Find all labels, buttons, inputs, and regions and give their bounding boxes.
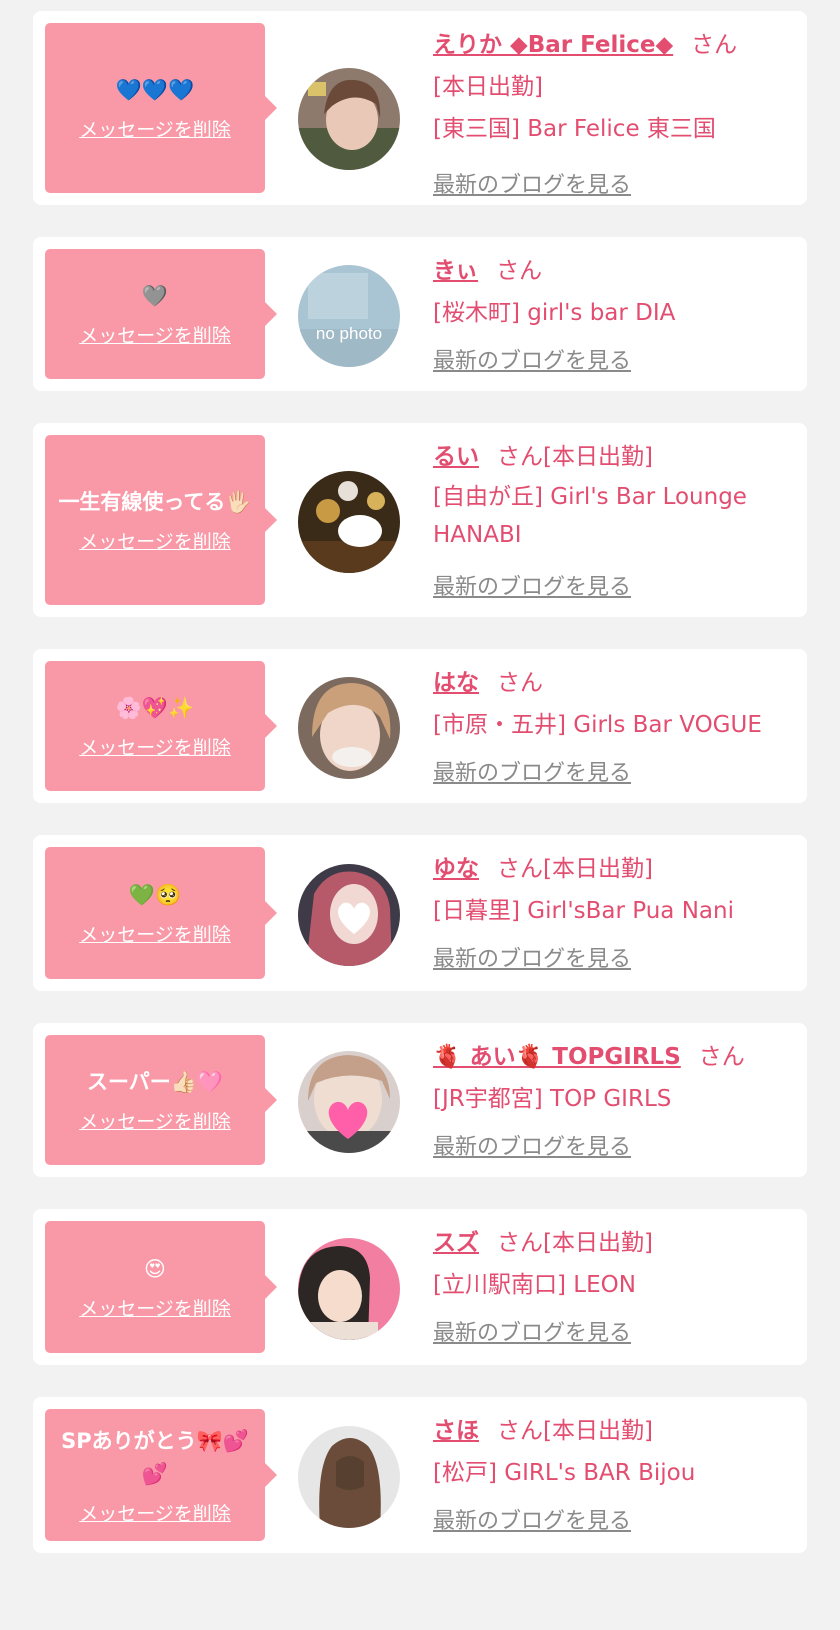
message-bubble: 💚🥺 メッセージを削除 bbox=[45, 847, 277, 979]
message-text: 💚🥺 bbox=[128, 883, 182, 907]
sender-name-link[interactable]: さほ bbox=[433, 1418, 479, 1444]
honorific: さん bbox=[691, 32, 738, 58]
honorific: さん bbox=[698, 1044, 745, 1070]
shop-detail: [松戸] GIRL's BAR Bijou bbox=[433, 1460, 696, 1486]
sender-line: さほ さん[本日出勤] bbox=[433, 1410, 795, 1452]
delete-message-link[interactable]: メッセージを削除 bbox=[79, 1107, 231, 1134]
delete-message-link[interactable]: メッセージを削除 bbox=[79, 527, 231, 554]
sender-name-link[interactable]: きぃ bbox=[433, 258, 478, 284]
delete-message-link[interactable]: メッセージを削除 bbox=[79, 115, 231, 142]
sender-line: るい さん[本日出勤] bbox=[433, 436, 795, 478]
message-bubble: 💙💙💙 メッセージを削除 bbox=[45, 23, 277, 193]
message-bubble: SPありがとう🎀💕💕 メッセージを削除 bbox=[45, 1409, 277, 1541]
message-bubble: 🌸💖✨ メッセージを削除 bbox=[45, 661, 277, 791]
sender-line: ゆな さん[本日出勤] bbox=[433, 848, 795, 890]
latest-blog-link[interactable]: 最新のブログを見る bbox=[433, 1133, 631, 1163]
attendance-status: [本日出勤] bbox=[543, 1418, 653, 1444]
honorific: さん bbox=[496, 258, 543, 284]
latest-blog-link[interactable]: 最新のブログを見る bbox=[433, 171, 631, 201]
avatar[interactable] bbox=[298, 471, 400, 573]
message-list: 💙💙💙 メッセージを削除 えりか ◆Bar Felice◆ さん [本日出勤] [東三国]… bbox=[0, 0, 840, 1630]
no-photo-label: no photo bbox=[316, 324, 382, 343]
shop-detail: [市原・五井] Girls Bar VOGUE bbox=[433, 712, 762, 738]
avatar[interactable] bbox=[298, 68, 400, 170]
message-card: 😍 メッセージを削除 スズ さん[本日出勤] [立川駅南口] LEON 最新のブログを見る bbox=[33, 1209, 807, 1365]
avatar[interactable] bbox=[298, 1238, 400, 1340]
sender-info: はな さん [市原・五井] Girls Bar VOGUE bbox=[433, 662, 795, 746]
shop-detail: [JR宇都宮] TOP GIRLS bbox=[433, 1086, 672, 1112]
sender-info: ゆな さん[本日出勤] [日暮里] Girl'sBar Pua Nani bbox=[433, 848, 795, 932]
sender-info: えりか ◆Bar Felice◆ さん [本日出勤] [東三国] Bar Felice… bbox=[433, 24, 795, 150]
message-text: 🩶 bbox=[141, 284, 169, 308]
attendance-status: [本日出勤] bbox=[543, 1230, 653, 1256]
sender-line: えりか ◆Bar Felice◆ さん bbox=[433, 24, 795, 66]
latest-blog-link[interactable]: 最新のブログを見る bbox=[433, 1319, 631, 1349]
sender-info: さほ さん[本日出勤] [松戸] GIRL's BAR Bijou bbox=[433, 1410, 795, 1494]
message-card: SPありがとう🎀💕💕 メッセージを削除 さほ さん[本日出勤] [松戸] GIRL's … bbox=[33, 1397, 807, 1553]
sender-name-link[interactable]: ゆな bbox=[433, 856, 479, 882]
latest-blog-link[interactable]: 最新のブログを見る bbox=[433, 945, 631, 975]
sender-name-link[interactable]: スズ bbox=[433, 1230, 479, 1256]
sender-name-link[interactable]: 🫀 あい🫀 TOPGIRLS bbox=[433, 1044, 681, 1070]
sender-name-link[interactable]: るい bbox=[433, 444, 479, 470]
avatar[interactable] bbox=[298, 1426, 400, 1528]
shop-detail: [東三国] Bar Felice 東三国 bbox=[433, 116, 716, 142]
message-card: 💙💙💙 メッセージを削除 えりか ◆Bar Felice◆ さん [本日出勤] [東三国]… bbox=[33, 11, 807, 205]
delete-message-link[interactable]: メッセージを削除 bbox=[79, 920, 231, 947]
message-text: 一生有線使ってる🖐🏻 bbox=[58, 490, 252, 514]
honorific: さん bbox=[497, 1230, 543, 1256]
message-bubble: 😍 メッセージを削除 bbox=[45, 1221, 277, 1353]
message-text: 💙💙💙 bbox=[115, 78, 195, 102]
shop-detail: [自由が丘] Girl's Bar Lounge HANABI bbox=[433, 484, 747, 548]
message-card: 💚🥺 メッセージを削除 ゆな さん[本日出勤] [日暮里] Girl'sBar Pua … bbox=[33, 835, 807, 991]
delete-message-link[interactable]: メッセージを削除 bbox=[79, 733, 231, 760]
shop-detail: [立川駅南口] LEON bbox=[433, 1272, 636, 1298]
shop-detail: [本日出勤] bbox=[433, 74, 543, 100]
delete-message-link[interactable]: メッセージを削除 bbox=[79, 1499, 231, 1526]
message-text: 😍 bbox=[144, 1257, 166, 1281]
message-card: 一生有線使ってる🖐🏻 メッセージを削除 るい さん[本日出勤] [自由が丘] Girl'… bbox=[33, 423, 807, 617]
shop-detail: [桜木町] girl's bar DIA bbox=[433, 300, 676, 326]
latest-blog-link[interactable]: 最新のブログを見る bbox=[433, 347, 631, 377]
message-bubble: スーパー👍🏻🩷 メッセージを削除 bbox=[45, 1035, 277, 1165]
sender-name-link[interactable]: はな bbox=[433, 670, 479, 696]
latest-blog-link[interactable]: 最新のブログを見る bbox=[433, 573, 631, 603]
message-card: 🌸💖✨ メッセージを削除 はな さん [市原・五井] Girls Bar VOGUE 最新… bbox=[33, 649, 807, 803]
honorific: さん bbox=[497, 670, 543, 696]
shop-detail: [日暮里] Girl'sBar Pua Nani bbox=[433, 898, 734, 924]
sender-name-link[interactable]: えりか ◆Bar Felice◆ bbox=[433, 32, 673, 58]
attendance-status: [本日出勤] bbox=[543, 856, 653, 882]
latest-blog-link[interactable]: 最新のブログを見る bbox=[433, 1507, 631, 1537]
attendance-status: [本日出勤] bbox=[543, 444, 653, 470]
message-bubble: 🩶 メッセージを削除 bbox=[45, 249, 277, 379]
avatar[interactable]: no photo bbox=[298, 265, 400, 367]
message-bubble: 一生有線使ってる🖐🏻 メッセージを削除 bbox=[45, 435, 277, 605]
honorific: さん bbox=[497, 1418, 543, 1444]
sender-line: きぃ さん bbox=[433, 250, 795, 292]
latest-blog-link[interactable]: 最新のブログを見る bbox=[433, 759, 631, 789]
avatar[interactable] bbox=[298, 677, 400, 779]
delete-message-link[interactable]: メッセージを削除 bbox=[79, 321, 231, 348]
message-text: SPありがとう🎀💕💕 bbox=[61, 1428, 249, 1486]
sender-info: るい さん[本日出勤] [自由が丘] Girl's Bar Lounge HANAB… bbox=[433, 436, 795, 554]
message-card: スーパー👍🏻🩷 メッセージを削除 🫀 あい🫀 TOPGIRLS さん [JR宇都宮] T… bbox=[33, 1023, 807, 1177]
avatar[interactable] bbox=[298, 864, 400, 966]
sender-info: スズ さん[本日出勤] [立川駅南口] LEON bbox=[433, 1222, 795, 1306]
message-card: 🩶 メッセージを削除 no photo きぃ さん [桜木町] girl's bar DI… bbox=[33, 237, 807, 391]
honorific: さん bbox=[497, 856, 543, 882]
message-text: 🌸💖✨ bbox=[115, 696, 195, 720]
avatar[interactable] bbox=[298, 1051, 400, 1153]
sender-info: 🫀 あい🫀 TOPGIRLS さん [JR宇都宮] TOP GIRLS bbox=[433, 1036, 795, 1120]
delete-message-link[interactable]: メッセージを削除 bbox=[79, 1294, 231, 1321]
message-text: スーパー👍🏻🩷 bbox=[86, 1070, 224, 1094]
sender-line: 🫀 あい🫀 TOPGIRLS さん bbox=[433, 1036, 795, 1078]
honorific: さん bbox=[497, 444, 543, 470]
sender-info: きぃ さん [桜木町] girl's bar DIA bbox=[433, 250, 795, 334]
sender-line: スズ さん[本日出勤] bbox=[433, 1222, 795, 1264]
sender-line: はな さん bbox=[433, 662, 795, 704]
